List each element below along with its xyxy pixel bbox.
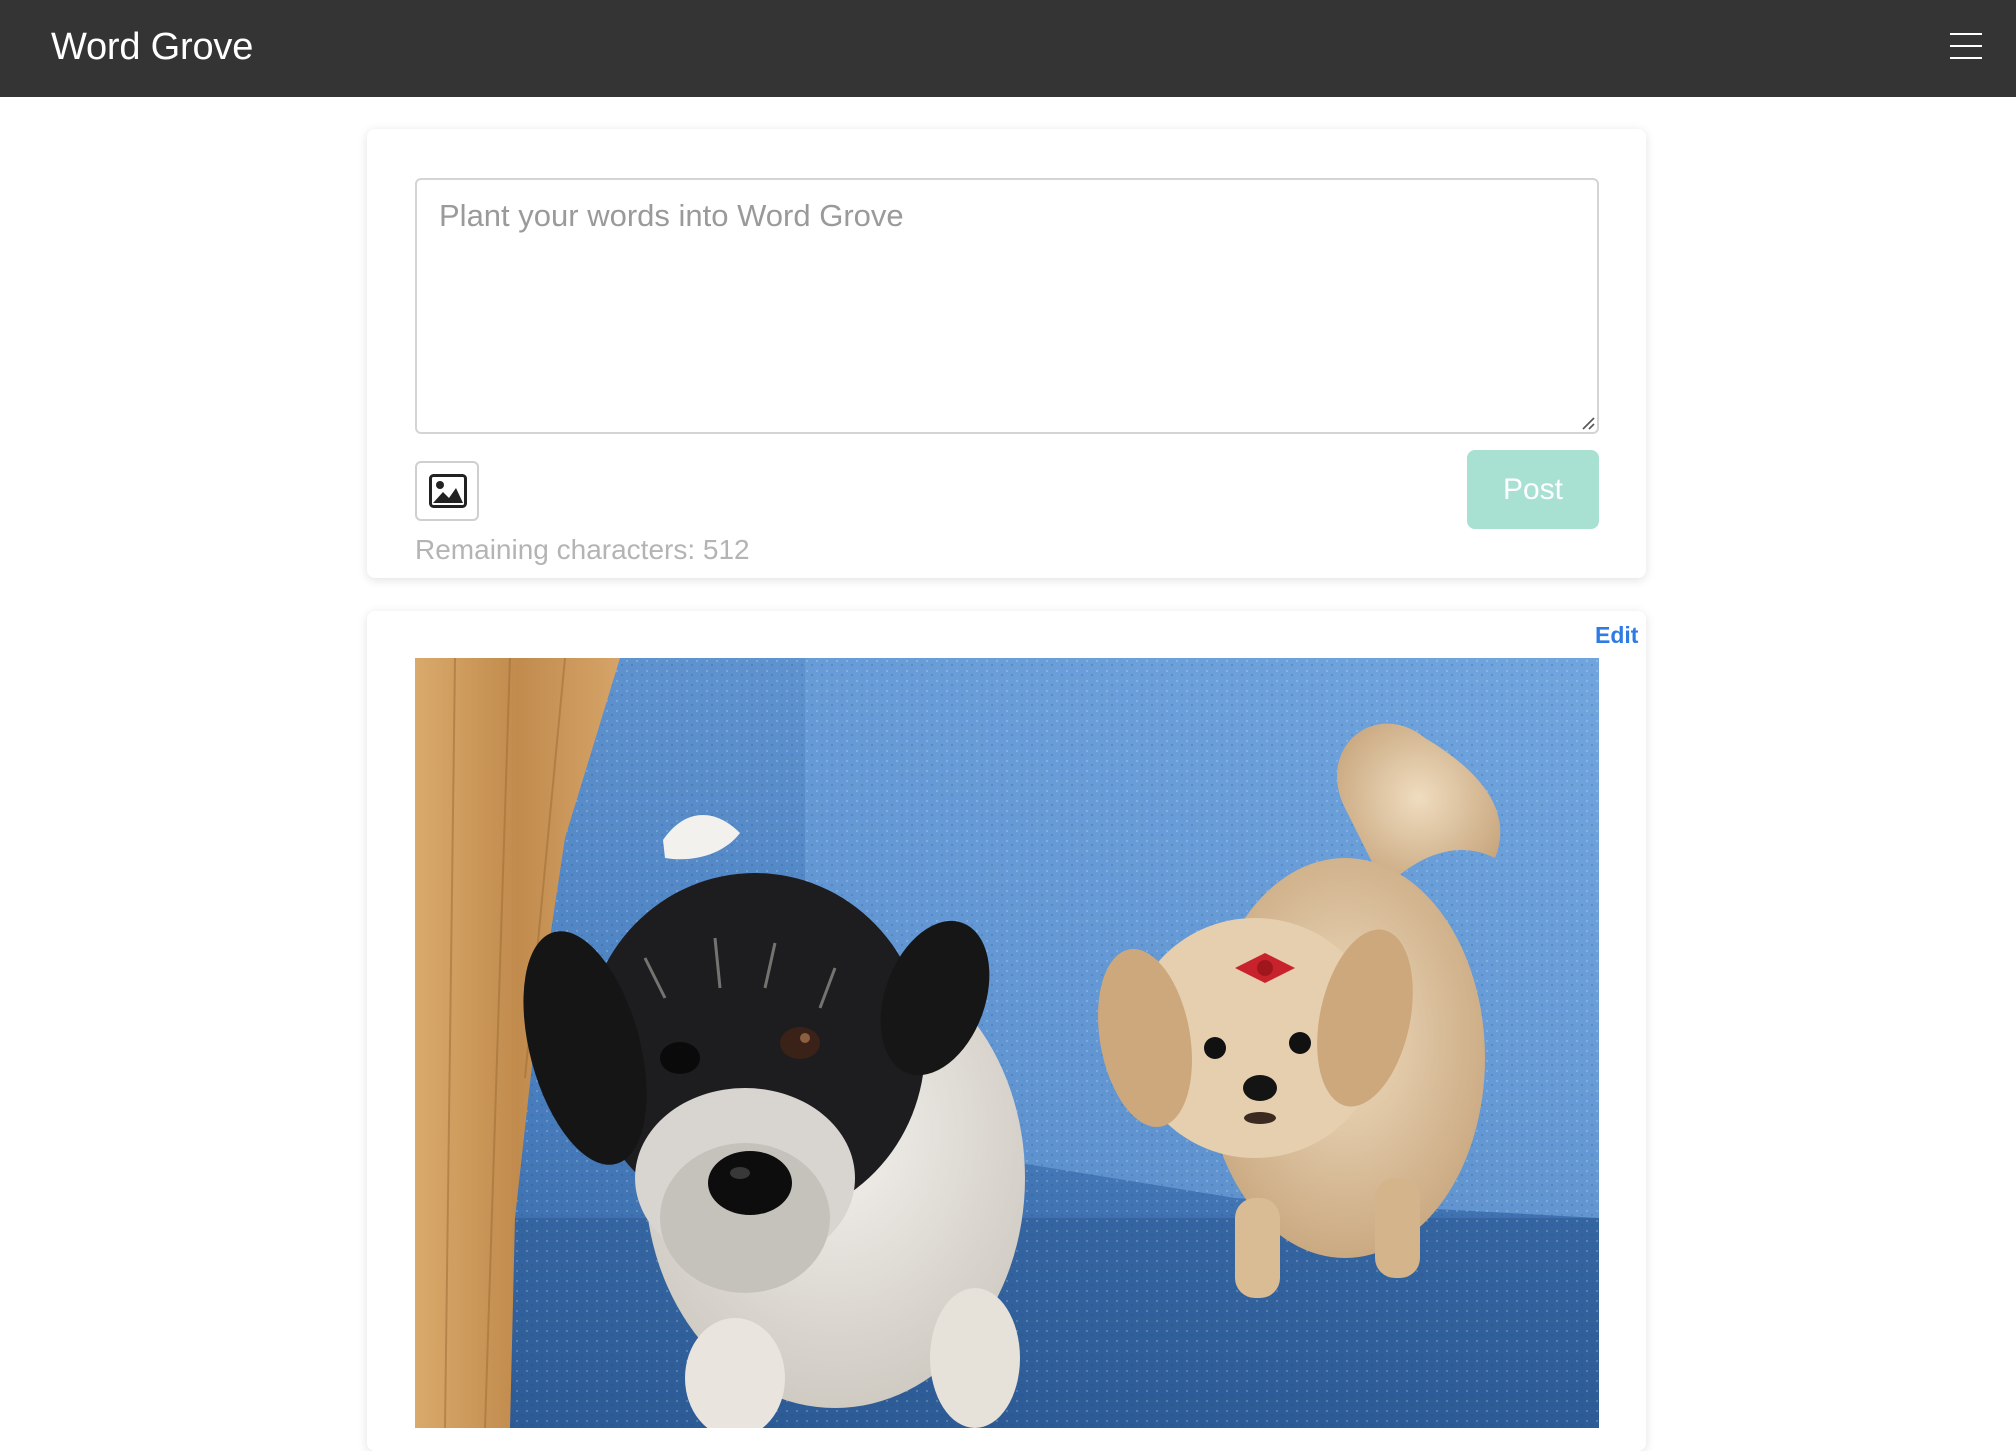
post-button[interactable]: Post xyxy=(1467,450,1599,529)
post-card: Edit xyxy=(367,611,1646,1451)
app-title[interactable]: Word Grove xyxy=(51,24,253,70)
post-photo xyxy=(415,658,1599,1428)
dogs-photo-illustration xyxy=(415,658,1599,1428)
top-navbar: Word Grove xyxy=(0,0,2016,97)
image-icon xyxy=(429,474,467,508)
composer-card: Post Remaining characters: 512 xyxy=(367,129,1646,578)
add-image-button[interactable] xyxy=(415,461,479,521)
hamburger-menu-icon[interactable] xyxy=(1950,33,1982,59)
post-text-input[interactable] xyxy=(415,178,1599,434)
resize-grip-icon[interactable] xyxy=(1581,416,1595,430)
edit-post-link[interactable]: Edit xyxy=(1595,622,1638,649)
remaining-characters: Remaining characters: 512 xyxy=(415,534,750,565)
